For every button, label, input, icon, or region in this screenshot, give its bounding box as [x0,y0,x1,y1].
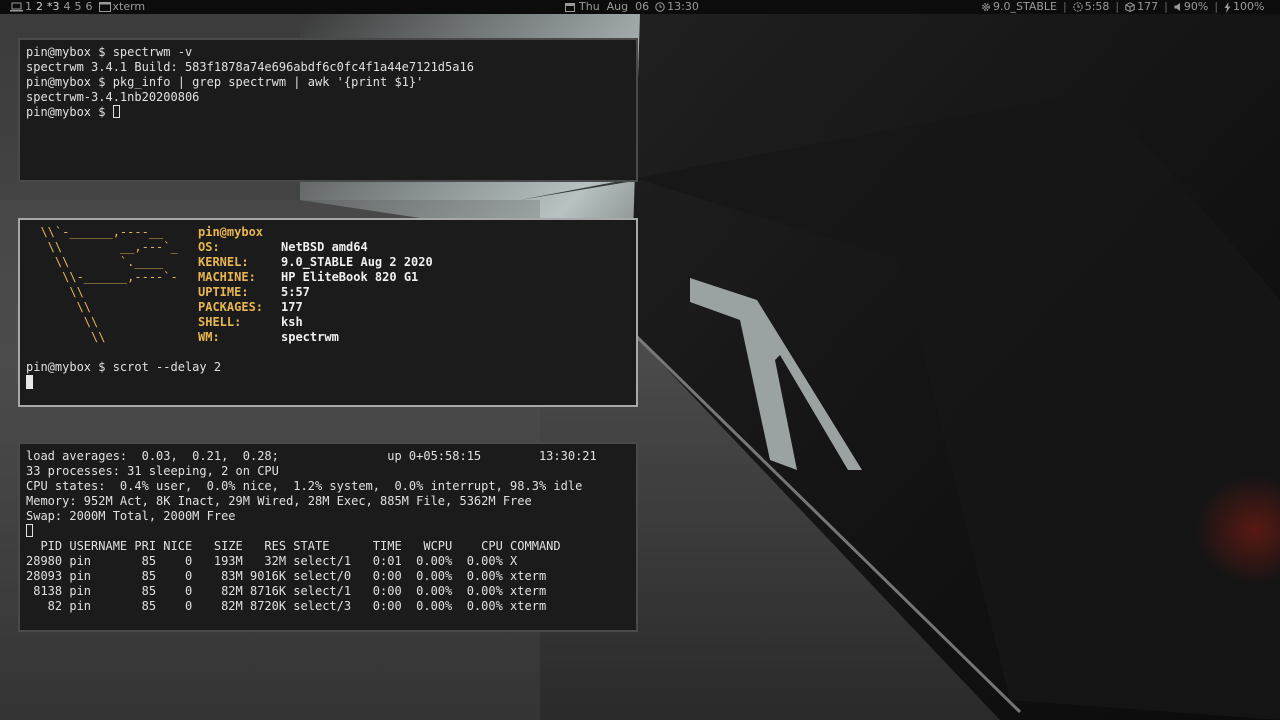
sysinfo-key: KERNEL: [198,255,249,269]
terminal-cursor-line[interactable] [26,524,636,539]
top-summary-line: Memory: 952M Act, 8K Inact, 29M Wired, 2… [26,494,532,508]
sysinfo-value: spectrwm [281,330,339,344]
time-text: 13:30 [667,0,699,13]
terminal-cursor-line[interactable] [26,375,636,390]
sysinfo-row: \\ PACKAGES: 177 [26,300,636,315]
ascii-logo-line: \\ [26,285,84,299]
terminal-line: pin@mybox $ spectrwm -v [26,45,193,59]
text-cursor [26,375,33,389]
top-summary-line: load averages: 0.03, 0.21, 0.28; up 0+05… [26,449,597,463]
sysinfo-value: 5:57 [281,285,310,299]
clock: Thu Aug 06 13:30 [565,0,699,14]
sysinfo-row: \\ WM: spectrwm [26,330,636,345]
process-row: 28980 pin 85 0 193M 32M select/1 0:01 0.… [26,554,518,568]
ascii-logo-line: \\ `.____ [26,255,164,269]
top-summary-line: Swap: 2000M Total, 2000M Free [26,509,236,523]
sysinfo-row: \\ `.____ KERNEL: 9.0_STABLE Aug 2 2020 [26,255,636,270]
process-row: 28093 pin 85 0 83M 9016K select/0 0:00 0… [26,569,547,583]
separator: | [1164,0,1168,13]
system-info: 9.0_STABLE | 5:58 | 177 | 90% | 100% [981,0,1264,14]
workspace-6[interactable]: 6 [86,0,93,14]
sysinfo-row: \\ UPTIME: 5:57 [26,285,636,300]
clock-icon [655,2,665,12]
sysinfo-value: HP EliteBook 820 G1 [281,270,419,284]
sysinfo-row: \\`-______,----__ pin@mybox [26,225,636,240]
date-text: Thu Aug 06 [579,0,650,13]
sysinfo-key: SHELL: [198,315,242,329]
separator: | [1063,0,1067,13]
workspace-1[interactable]: 1 [25,0,32,14]
process-table-header: PID USERNAME PRI NICE SIZE RES STATE TIM… [26,539,561,553]
sysinfo-row: \\ SHELL: ksh [26,315,636,330]
package-count: 177 [1137,0,1159,13]
terminal-line: spectrwm 3.4.1 Build: 583f1878a74e696abd… [26,60,474,74]
window-icon [98,2,111,12]
sysinfo-value: 9.0_STABLE Aug 2 2020 [281,255,433,269]
sysinfo-user: pin@mybox [198,225,264,239]
battery-text: 100% [1233,0,1265,13]
sysinfo-key: MACHINE: [198,270,256,284]
prompt-text: pin@mybox $ [26,105,113,119]
ascii-logo-line: \\ [26,315,99,329]
ascii-logo-line: \\-______,----`- [26,270,178,284]
terminal-window-spectrwm-version[interactable]: pin@mybox $ spectrwm -v spectrwm 3.4.1 B… [18,38,638,182]
workspace-4[interactable]: 4 [64,0,71,14]
volume-text: 90% [1183,0,1209,13]
text-cursor [112,105,120,118]
process-row: 82 pin 85 0 82M 8720K select/3 0:00 0.00… [26,599,547,613]
terminal-window-top[interactable]: load averages: 0.03, 0.21, 0.28; up 0+05… [18,442,638,632]
sysinfo-value: ksh [281,315,303,329]
top-summary-line: 33 processes: 31 sleeping, 2 on CPU [26,464,279,478]
laptop-icon [10,2,23,12]
sysinfo-row: \\-______,----`- MACHINE: HP EliteBook 8… [26,270,636,285]
top-summary-line: CPU states: 0.4% user, 0.0% nice, 1.2% s… [26,479,583,493]
volume-icon [1174,3,1180,11]
battery-bolt-icon [1224,1,1231,13]
ascii-logo-line: \\ [26,330,106,344]
sysinfo-key: OS: [198,240,220,254]
terminal-line: pin@mybox $ pkg_info | grep spectrwm | a… [26,75,424,89]
gear-icon [982,3,990,11]
ascii-logo-line: \\`-______,----__ [26,225,164,239]
sysinfo-key: WM: [198,330,220,344]
separator: | [1214,0,1219,13]
ascii-logo-line: \\ [26,300,92,314]
workspace-5[interactable]: 5 [75,0,82,14]
separator: | [1115,0,1120,13]
uptime-text: 5:58 [1084,0,1110,13]
workspace-switcher[interactable]: 1 2 *3 4 5 6 xterm [10,0,149,14]
process-row: 8138 pin 85 0 82M 8716K select/1 0:00 0.… [26,584,547,598]
workspace-3-current[interactable]: *3 [47,0,60,14]
terminal-line: spectrwm-3.4.1nb20200806 [26,90,200,104]
sysinfo-key: PACKAGES: [198,300,264,314]
sysinfo-key: UPTIME: [198,285,249,299]
window-title: xterm [112,0,146,13]
sysinfo-value: NetBSD amd64 [281,240,368,254]
workspace-2[interactable]: 2 [36,0,43,14]
status-bar: 1 2 *3 4 5 6 xterm Thu Aug 06 13:30 9.0_… [0,0,1280,14]
terminal-line: pin@mybox $ scrot --delay 2 [26,360,222,374]
uptime-icon [1073,2,1083,12]
sysinfo-value: 177 [281,300,303,314]
ascii-logo-line: \\ __,---`_ [26,240,178,254]
sysinfo-row: \\ __,---`_ OS: NetBSD amd64 [26,240,636,255]
os-version: 9.0_STABLE [993,0,1057,13]
terminal-prompt-line[interactable]: pin@mybox $ [26,105,636,120]
package-icon [1125,2,1135,12]
terminal-window-sysinfo[interactable]: \\`-______,----__ pin@mybox \\ __,---`_ … [18,218,638,407]
text-cursor [26,524,33,537]
calendar-icon [565,3,575,12]
